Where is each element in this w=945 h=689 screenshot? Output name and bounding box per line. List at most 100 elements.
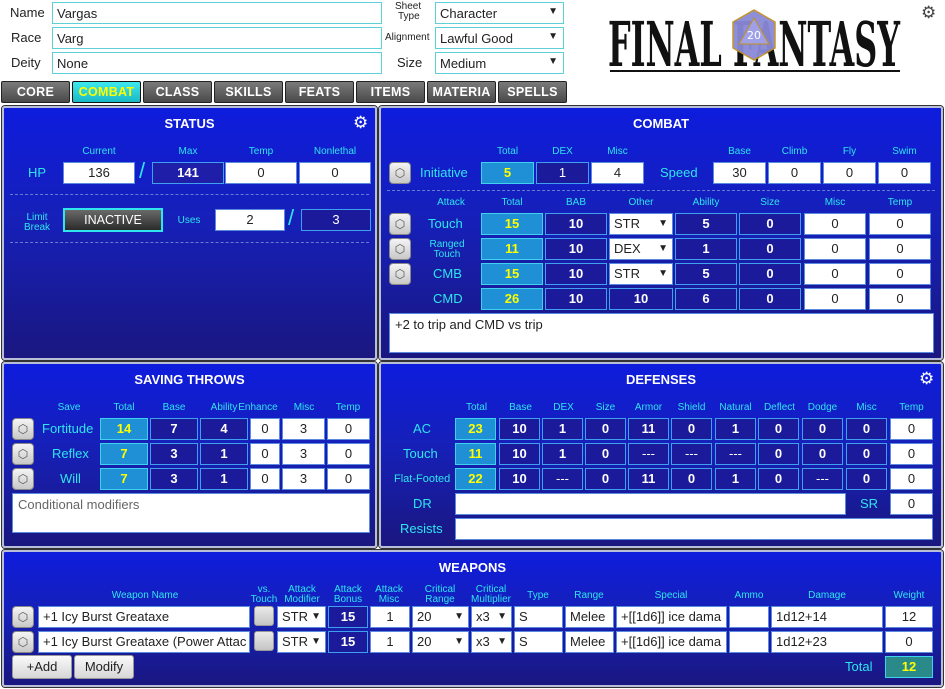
attack-bab: 10 (545, 288, 607, 310)
attack-other-select[interactable]: STR ▼ (609, 263, 673, 285)
size-select[interactable]: Medium ▼ (435, 52, 564, 74)
dice-icon[interactable]: ⬡ (12, 418, 34, 440)
speed-fly-field[interactable]: 0 (823, 162, 876, 184)
def-temp[interactable]: 0 (890, 443, 933, 465)
crit-range-select[interactable]: 20 ▼ (412, 631, 469, 653)
dr-field[interactable] (455, 493, 846, 515)
attack-temp[interactable]: 0 (869, 238, 931, 260)
def-armor: --- (628, 443, 669, 465)
speed-climb-field[interactable]: 0 (768, 162, 821, 184)
attack-other-value: DEX (614, 241, 641, 256)
attack-misc-field[interactable]: 1 (370, 631, 410, 653)
weight-field[interactable]: 12 (885, 606, 933, 628)
tab-combat[interactable]: COMBAT (72, 81, 141, 103)
attack-misc[interactable]: 0 (804, 263, 866, 285)
name-field[interactable]: Vargas (52, 2, 382, 24)
save-temp[interactable]: 0 (327, 468, 370, 490)
uses-label: Uses (177, 215, 201, 226)
hp-nonlethal-field[interactable]: 0 (299, 162, 371, 184)
race-field[interactable]: Varg (52, 27, 382, 49)
tab-items[interactable]: ITEMS (356, 81, 425, 103)
attack-bab: 10 (545, 238, 607, 260)
tab-spells[interactable]: SPELLS (498, 81, 567, 103)
speed-swim-field[interactable]: 0 (878, 162, 931, 184)
save-temp[interactable]: 0 (327, 418, 370, 440)
save-temp[interactable]: 0 (327, 443, 370, 465)
uses-current-field[interactable]: 2 (215, 209, 285, 231)
crit-mult-select[interactable]: x3 ▼ (471, 631, 512, 653)
special-field[interactable]: +[[1d6]] ice dama (616, 631, 727, 653)
damage-field[interactable]: 1d12+23 (771, 631, 883, 653)
weapon-name-field[interactable]: +1 Icy Burst Greataxe (Power Attac (38, 631, 250, 653)
sr-field[interactable]: 0 (890, 493, 933, 515)
tab-skills[interactable]: SKILLS (214, 81, 283, 103)
dice-icon[interactable]: ⬡ (12, 468, 34, 490)
deity-field[interactable]: None (52, 52, 382, 74)
def-base: 10 (499, 468, 540, 490)
save-enhance[interactable]: 0 (250, 443, 280, 465)
save-misc[interactable]: 3 (282, 418, 325, 440)
hp-max-field[interactable]: 141 (152, 162, 224, 184)
save-enhance[interactable]: 0 (250, 418, 280, 440)
save-misc[interactable]: 3 (282, 443, 325, 465)
attack-temp[interactable]: 0 (869, 213, 931, 235)
add-weapon-button[interactable]: +Add (12, 655, 72, 679)
tab-feats[interactable]: FEATS (285, 81, 354, 103)
range-field[interactable]: Melee (565, 606, 614, 628)
vs-touch-checkbox[interactable] (254, 606, 274, 626)
dice-icon[interactable]: ⬡ (389, 238, 411, 260)
special-field[interactable]: +[[1d6]] ice dama (616, 606, 727, 628)
gear-icon[interactable]: ⚙ (919, 370, 934, 387)
attack-modifier-select[interactable]: STR ▼ (277, 606, 326, 628)
limit-break-button[interactable]: INACTIVE (63, 208, 163, 232)
attack-temp[interactable]: 0 (869, 288, 931, 310)
save-misc[interactable]: 3 (282, 468, 325, 490)
tab-core[interactable]: CORE (1, 81, 70, 103)
speed-base-field[interactable]: 30 (713, 162, 766, 184)
weapon-name-field[interactable]: +1 Icy Burst Greataxe (38, 606, 250, 628)
combat-notes[interactable]: +2 to trip and CMD vs trip (389, 313, 934, 353)
uses-max-field[interactable]: 3 (301, 209, 371, 231)
alignment-select[interactable]: Lawful Good ▼ (435, 27, 564, 49)
attack-misc[interactable]: 0 (804, 288, 866, 310)
modify-weapons-button[interactable]: Modify (74, 655, 134, 679)
damage-field[interactable]: 1d12+14 (771, 606, 883, 628)
dice-icon[interactable]: ⬡ (389, 162, 411, 184)
conditional-modifiers-field[interactable]: Conditional modifiers (12, 493, 370, 533)
attack-temp[interactable]: 0 (869, 263, 931, 285)
attack-other-select[interactable]: STR ▼ (609, 213, 673, 235)
attack-modifier-select[interactable]: STR ▼ (277, 631, 326, 653)
hp-current-field[interactable]: 136 (63, 162, 135, 184)
weight-field[interactable]: 0 (885, 631, 933, 653)
type-field[interactable]: S (514, 606, 563, 628)
dice-icon[interactable]: ⬡ (12, 631, 34, 653)
ammo-field[interactable] (729, 606, 769, 628)
crit-range-select[interactable]: 20 ▼ (412, 606, 469, 628)
hp-temp-field[interactable]: 0 (225, 162, 297, 184)
def-temp[interactable]: 0 (890, 418, 933, 440)
dice-icon[interactable]: ⬡ (389, 213, 411, 235)
dice-icon[interactable]: ⬡ (12, 606, 34, 628)
range-field[interactable]: Melee (565, 631, 614, 653)
attack-other-select[interactable]: DEX ▼ (609, 238, 673, 260)
save-enhance[interactable]: 0 (250, 468, 280, 490)
attack-misc-field[interactable]: 1 (370, 606, 410, 628)
resists-field[interactable] (455, 518, 933, 540)
dice-icon[interactable]: ⬡ (389, 263, 411, 285)
gear-icon[interactable]: ⚙ (921, 4, 936, 21)
tab-class[interactable]: CLASS (143, 81, 212, 103)
vs-touch-checkbox[interactable] (254, 631, 274, 651)
gear-icon[interactable]: ⚙ (353, 114, 368, 131)
sheet-type-select[interactable]: Character ▼ (435, 2, 564, 24)
dice-icon[interactable]: ⬡ (12, 443, 34, 465)
attack-misc[interactable]: 0 (804, 238, 866, 260)
type-field[interactable]: S (514, 631, 563, 653)
init-misc-field[interactable]: 4 (591, 162, 644, 184)
def-temp[interactable]: 0 (890, 468, 933, 490)
crit-mult-select[interactable]: x3 ▼ (471, 606, 512, 628)
final-fantasy-logo: FINAL FANTASY 20 (608, 7, 901, 81)
ammo-field[interactable] (729, 631, 769, 653)
tab-materia[interactable]: MATERIA (427, 81, 496, 103)
crit-mult-value: x3 (476, 609, 490, 624)
attack-misc[interactable]: 0 (804, 213, 866, 235)
